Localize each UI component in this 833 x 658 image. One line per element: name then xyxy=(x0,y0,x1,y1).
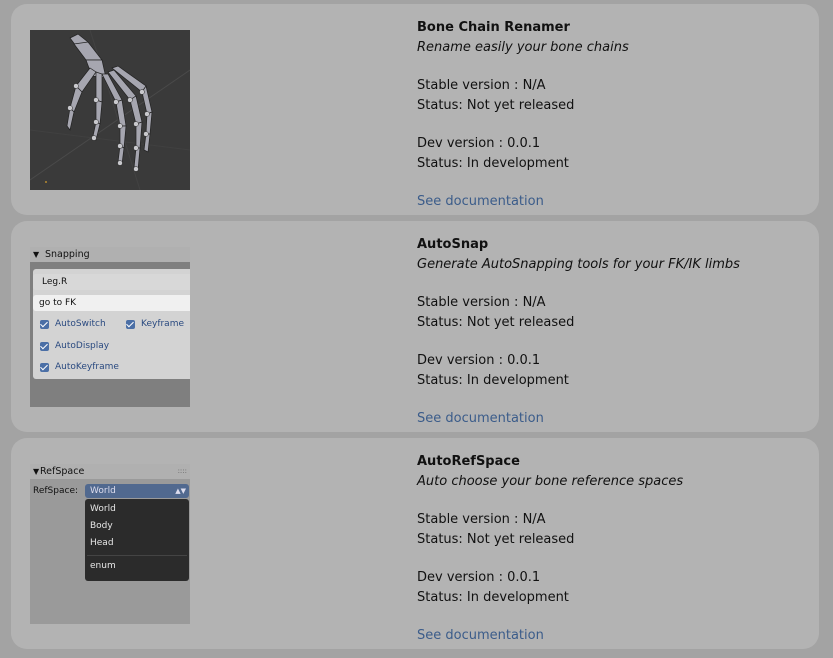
menu-separator xyxy=(87,555,187,556)
autokeyframe-checkbox[interactable] xyxy=(40,363,49,372)
addon-image-snapping-panel: ▼ Snapping Leg.R go to FK AutoSwitch Key… xyxy=(30,247,190,407)
refspace-selected-value: World xyxy=(90,486,116,496)
dev-version: Dev version : 0.0.1 xyxy=(417,353,541,368)
addon-image-bone-hand xyxy=(30,30,190,190)
menu-item-body[interactable]: Body xyxy=(90,521,113,531)
addon-title: AutoSnap xyxy=(417,237,489,252)
addon-card-autosnap: ▼ Snapping Leg.R go to FK AutoSwitch Key… xyxy=(11,221,819,432)
snapping-panel-header[interactable]: ▼ Snapping xyxy=(30,247,190,262)
refspace-panel: ▼ RefSpace :::: RefSpace: World ▲▼ World… xyxy=(30,464,190,624)
menu-item-world[interactable]: World xyxy=(90,504,116,514)
bone-field-value: Leg.R xyxy=(42,277,68,287)
stable-status: Status: Not yet released xyxy=(417,314,575,330)
bone-hand-viewport xyxy=(30,30,190,190)
addon-title: Bone Chain Renamer xyxy=(417,20,570,35)
snapping-panel-title: Snapping xyxy=(45,249,90,260)
addon-card-autorefspace: ▼ RefSpace :::: RefSpace: World ▲▼ World… xyxy=(11,438,819,649)
addon-subtitle: Auto choose your bone reference spaces xyxy=(417,473,684,489)
refspace-label: RefSpace: xyxy=(33,486,79,496)
refspace-dropdown[interactable]: World ▲▼ xyxy=(85,484,189,498)
stable-status: Status: Not yet released xyxy=(417,531,575,547)
action-field-value: go to FK xyxy=(39,298,77,308)
drag-grip-icon[interactable]: :::: xyxy=(178,464,187,479)
addon-info: Bone Chain Renamer Rename easily your bo… xyxy=(417,18,629,212)
addon-info: AutoSnap Generate AutoSnapping tools for… xyxy=(417,235,740,429)
dev-status: Status: In development xyxy=(417,155,569,171)
see-documentation-link[interactable]: See documentation xyxy=(417,192,629,212)
refspace-panel-header[interactable]: ▼ RefSpace :::: xyxy=(30,464,190,479)
addon-info: AutoRefSpace Auto choose your bone refer… xyxy=(417,452,683,646)
collapse-triangle-icon: ▼ xyxy=(33,467,40,476)
stable-version: Stable version : N/A xyxy=(417,512,546,527)
dev-status: Status: In development xyxy=(417,372,569,388)
stable-version: Stable version : N/A xyxy=(417,295,546,310)
dev-version: Dev version : 0.0.1 xyxy=(417,136,541,151)
autokeyframe-label: AutoKeyframe xyxy=(55,362,119,372)
dropdown-arrows-icon: ▲▼ xyxy=(175,487,186,495)
menu-item-head[interactable]: Head xyxy=(90,538,114,548)
keyframe-label: Keyframe xyxy=(141,319,185,329)
refspace-dropdown-menu: World Body Head enum xyxy=(85,499,189,581)
keyframe-checkbox[interactable] xyxy=(126,320,135,329)
see-documentation-link[interactable]: See documentation xyxy=(417,626,683,646)
collapse-triangle-icon: ▼ xyxy=(33,250,40,259)
addon-title: AutoRefSpace xyxy=(417,454,520,469)
addon-subtitle: Rename easily your bone chains xyxy=(417,39,629,55)
addon-image-refspace-panel: ▼ RefSpace :::: RefSpace: World ▲▼ World… xyxy=(30,464,190,624)
addon-subtitle: Generate AutoSnapping tools for your FK/… xyxy=(417,256,740,272)
dev-status: Status: In development xyxy=(417,589,569,605)
bone-field[interactable]: Leg.R xyxy=(33,274,190,290)
action-field[interactable]: go to FK xyxy=(33,295,190,311)
stable-version: Stable version : N/A xyxy=(417,78,546,93)
snapping-panel-box: Leg.R go to FK AutoSwitch Keyframe AutoD… xyxy=(33,269,190,379)
menu-footer-enum: enum xyxy=(90,561,116,571)
snapping-panel: ▼ Snapping Leg.R go to FK AutoSwitch Key… xyxy=(30,247,190,407)
autodisplay-label: AutoDisplay xyxy=(55,341,110,351)
autodisplay-checkbox[interactable] xyxy=(40,342,49,351)
see-documentation-link[interactable]: See documentation xyxy=(417,409,740,429)
refspace-panel-title: RefSpace xyxy=(40,466,85,477)
dev-version: Dev version : 0.0.1 xyxy=(417,570,541,585)
stable-status: Status: Not yet released xyxy=(417,97,575,113)
autoswitch-checkbox[interactable] xyxy=(40,320,49,329)
autoswitch-label: AutoSwitch xyxy=(55,319,106,329)
addon-card-bone-chain-renamer: Bone Chain Renamer Rename easily your bo… xyxy=(11,4,819,215)
